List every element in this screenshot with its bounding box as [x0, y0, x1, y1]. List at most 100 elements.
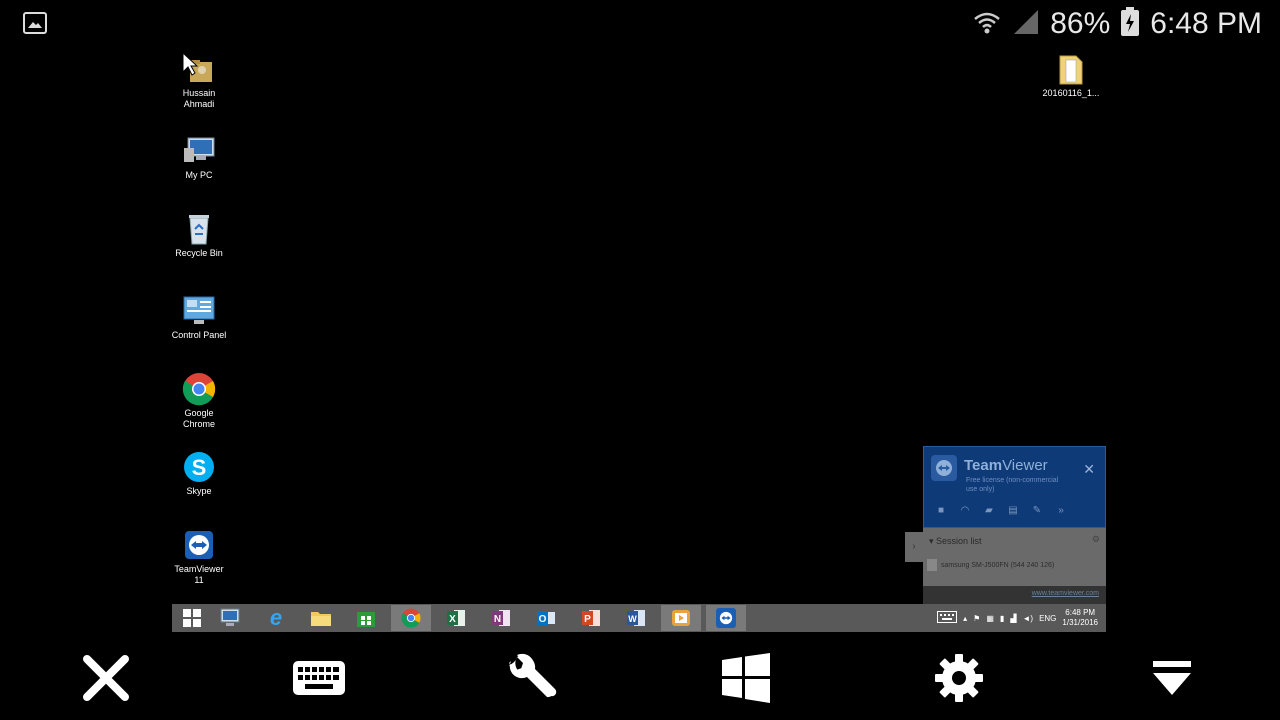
video-icon[interactable]: ■: [934, 505, 948, 517]
more-icon[interactable]: »: [1054, 505, 1068, 517]
svg-text:O: O: [539, 614, 547, 625]
battery-icon: [1120, 6, 1140, 42]
headset-icon[interactable]: ◠: [958, 505, 972, 517]
taskbar-store[interactable]: [346, 605, 386, 631]
show-hidden-icons-icon[interactable]: ▴: [963, 614, 967, 623]
start-button[interactable]: [172, 605, 212, 631]
teamviewer-header: TeamViewer Free license (non-commercial …: [923, 446, 1106, 528]
teamviewer-footer: www.teamviewer.com: [923, 586, 1106, 604]
close-icon: [83, 655, 129, 701]
recycle-bin-icon: [182, 212, 216, 246]
taskbar-clock[interactable]: 6:48 PM 1/31/2016: [1062, 608, 1098, 628]
taskbar-excel[interactable]: X: [436, 605, 476, 631]
desktop-icon-label: Google Chrome: [182, 408, 215, 429]
session-list-item[interactable]: samsung SM-J500FN (544 240 126): [927, 558, 1101, 574]
desktop-icon-label: My PC: [185, 170, 213, 180]
keyboard-button[interactable]: [289, 648, 349, 708]
skype-icon: S: [182, 450, 216, 484]
language-indicator[interactable]: ENG: [1039, 614, 1056, 623]
taskbar-outlook[interactable]: O: [526, 605, 566, 631]
status-bar: 86% 6:48 PM: [0, 0, 1280, 48]
close-session-button[interactable]: [76, 648, 136, 708]
start-icon: [183, 609, 201, 627]
windows-icon: [722, 653, 770, 703]
battery-percent: 86%: [1050, 7, 1111, 40]
this-pc-icon: [220, 608, 240, 626]
windows-key-button[interactable]: [716, 648, 776, 708]
hide-toolbar-button[interactable]: [1142, 648, 1202, 708]
taskbar-media-player[interactable]: [661, 605, 701, 631]
clock-date: 1/31/2016: [1062, 618, 1098, 627]
status-time: 6:48 PM: [1150, 7, 1262, 40]
desktop-icon-control-panel[interactable]: Control Panel: [169, 294, 229, 341]
svg-text:S: S: [192, 455, 207, 480]
teamviewer-icon: [182, 528, 216, 562]
folder-icon: [1054, 52, 1088, 86]
volume-icon[interactable]: ◄): [1022, 614, 1033, 623]
teamviewer-license-text: Free license (non-commercial use only): [966, 477, 1059, 493]
taskbar-internet-explorer[interactable]: e: [256, 605, 296, 631]
computer-icon: [182, 134, 216, 168]
touch-keyboard-icon[interactable]: [937, 611, 958, 625]
files-icon[interactable]: ▤: [1006, 505, 1020, 517]
desktop-icon-skype[interactable]: S Skype: [169, 450, 229, 497]
control-panel-icon: [182, 294, 216, 328]
taskbar-this-pc[interactable]: [210, 605, 250, 631]
svg-text:N: N: [494, 614, 501, 625]
outlook-icon: O: [537, 611, 555, 625]
desktop-icon-label: Recycle Bin: [175, 248, 223, 258]
image-notification-icon: [23, 12, 47, 34]
teamviewer-link[interactable]: www.teamviewer.com: [1032, 590, 1099, 597]
desktop-icon-label: 20160116_1...: [1042, 88, 1100, 98]
user-icon: [927, 559, 937, 572]
onenote-icon: N: [492, 610, 510, 626]
network-icon[interactable]: ▟: [1010, 614, 1016, 623]
wifi-icon: [972, 7, 1002, 42]
session-list-panel: ▾ Session list ⚙ samsung SM-J500FN (544 …: [923, 528, 1106, 586]
hide-toolbar-icon: [1153, 661, 1191, 695]
panel-collapse-arrow-icon[interactable]: ›: [905, 532, 923, 562]
word-icon: W: [627, 610, 645, 626]
desktop-icon-my-pc[interactable]: My PC: [169, 134, 229, 181]
desktop-icon-recycle-bin[interactable]: Recycle Bin: [169, 212, 229, 259]
desktop-icon-label: Hussain Ahmadi: [182, 88, 216, 109]
user-folder-icon: [182, 51, 216, 86]
teamviewer-title: TeamViewer: [964, 457, 1048, 474]
gear-icon[interactable]: ⚙: [1092, 534, 1100, 545]
taskbar-onenote[interactable]: N: [481, 605, 521, 631]
taskbar-word[interactable]: W: [616, 605, 656, 631]
desktop-icon-label: TeamViewer 11: [174, 564, 224, 585]
actions-button[interactable]: [502, 648, 562, 708]
taskbar-chrome[interactable]: [391, 605, 431, 631]
desktop-icon-folder[interactable]: 20160116_1...: [1041, 52, 1101, 99]
taskbar-powerpoint[interactable]: P: [571, 605, 611, 631]
remote-desktop[interactable]: Hussain Ahmadi My PC Recycle Bin Control…: [172, 46, 1106, 604]
file-explorer-icon: [311, 612, 331, 626]
close-icon[interactable]: ✕: [1083, 461, 1095, 478]
flag-icon[interactable]: ⚑: [973, 614, 980, 623]
desktop-icon-label: Control Panel: [171, 330, 227, 340]
tools-icon[interactable]: ✎: [1030, 505, 1044, 517]
media-player-icon: [672, 610, 690, 626]
chrome-icon: [182, 372, 216, 406]
settings-button[interactable]: [929, 648, 989, 708]
desktop-icon-teamviewer[interactable]: TeamViewer 11: [169, 528, 229, 586]
session-list-header[interactable]: ▾ Session list: [929, 536, 982, 547]
keyboard-icon: [293, 661, 345, 695]
teamviewer-logo-icon: [931, 455, 957, 486]
signal-icon: [1012, 8, 1040, 41]
battery-tray-icon[interactable]: ▮: [1000, 614, 1004, 623]
taskbar-file-explorer[interactable]: [301, 605, 341, 631]
internet-explorer-icon: e: [269, 605, 283, 630]
teamviewer-tools: ■ ◠ ▰ ▤ ✎ »: [934, 505, 1068, 517]
clock-time: 6:48 PM: [1065, 608, 1096, 617]
powerpoint-icon: P: [582, 610, 600, 626]
chat-icon[interactable]: ▰: [982, 505, 996, 517]
desktop-icon-user-folder[interactable]: Hussain Ahmadi: [169, 51, 229, 110]
desktop-icon-chrome[interactable]: Google Chrome: [169, 372, 229, 430]
taskbar-teamviewer[interactable]: [706, 605, 746, 631]
store-icon: [357, 612, 375, 627]
taskbar: e X N O P W ▴ ⚑ ▦ ▮ ▟ ◄) ENG 6:48 PM 1/3…: [172, 604, 1106, 632]
windows-update-icon[interactable]: ▦: [986, 614, 994, 623]
system-tray: ▴ ⚑ ▦ ▮ ▟ ◄) ENG 6:48 PM 1/31/2016: [937, 604, 1098, 632]
